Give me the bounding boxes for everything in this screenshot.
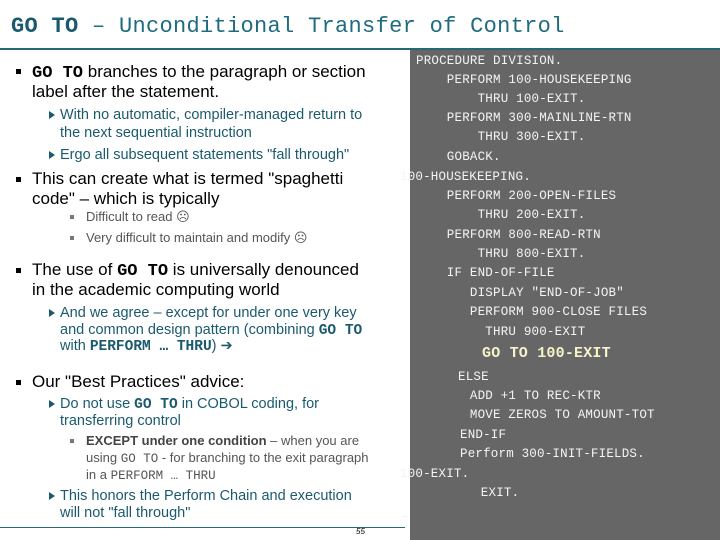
text: in a <box>86 467 111 482</box>
code-panel: PROCEDURE DIVISION. PERFORM 100-HOUSEKEE… <box>400 50 720 540</box>
keyword: GO TO <box>134 397 178 413</box>
code-line: THRU 900-EXIT <box>416 325 586 339</box>
sub-bullet-1b: Ergo all subsequent statements "fall thr… <box>60 147 350 163</box>
sub-bullet-4b-line-2: will not "fall through" <box>60 505 191 521</box>
keyword: GO TO <box>120 452 159 466</box>
code-line: END-IF <box>460 428 507 442</box>
code-line: THRU 800-EXIT. <box>416 247 586 261</box>
text: The use of <box>32 260 118 279</box>
keyword: GO TO <box>318 323 363 339</box>
code-line: THRU 200-EXIT. <box>416 208 586 222</box>
title-keyword: GO TO <box>11 14 79 39</box>
code-line: Perform 300-INIT-FIELDS. <box>460 447 645 461</box>
bullet-1-line-2: label after the statement. <box>32 82 220 101</box>
text: branches to the paragraph or section <box>83 62 366 81</box>
triangle-bullet-icon <box>49 492 55 500</box>
sub-bullet-2b: Very difficult to maintain and modify ☹ <box>86 230 308 245</box>
code-line: PERFORM 900-CLOSE FILES <box>416 305 648 319</box>
text: with <box>60 338 90 354</box>
bullet-3-line-2: in the academic computing world <box>32 280 280 299</box>
code-line: THRU 100-EXIT. <box>416 92 586 106</box>
triangle-bullet-icon <box>49 309 55 317</box>
text: is universally denounced <box>168 260 359 279</box>
keyword: GO TO <box>32 64 84 83</box>
text: and common design pattern (combining <box>60 322 319 338</box>
code-line: PERFORM 800-READ-RTN <box>416 228 601 242</box>
text: ) ➔ <box>211 338 233 354</box>
sub-bullet-2a: Difficult to read ☹ <box>86 209 190 224</box>
code-line: PERFORM 300-MAINLINE-RTN <box>416 111 632 125</box>
text: - for branching to the exit paragraph <box>158 450 369 465</box>
bullet-square-icon <box>70 439 74 443</box>
bullet-1-line-1: GO TO branches to the paragraph or secti… <box>32 62 366 84</box>
bullet-2-line-2: code" – which is typically <box>32 189 220 208</box>
sub-bullet-1a-line-2: the next sequential instruction <box>60 125 252 141</box>
text: – when you are <box>266 433 360 448</box>
bullet-square-icon <box>16 177 21 182</box>
keyword: PERFORM … THRU <box>89 339 212 355</box>
page-number: 55 <box>356 527 365 536</box>
keyword: PERFORM … THRU <box>110 469 216 483</box>
sub-bullet-1a-line-1: With no automatic, compiler-managed retu… <box>60 107 363 123</box>
code-line: MOVE ZEROS TO AMOUNT-TOT <box>416 408 655 422</box>
sub-bullet-3a-line-3: with PERFORM … THRU) ➔ <box>60 337 233 356</box>
code-line: 100-HOUSEKEEPING. <box>400 170 531 184</box>
sub-bullet-4b-line-1: This honors the Perform Chain and execut… <box>60 488 352 504</box>
sub-bullet-4a-line-2: transferring control <box>60 413 181 429</box>
triangle-bullet-icon <box>49 111 55 119</box>
code-line: PERFORM 100-HOUSEKEEPING <box>416 73 632 87</box>
code-line: 100-EXIT. <box>400 467 470 481</box>
code-line: THRU 300-EXIT. <box>416 130 586 144</box>
sub-sub-bullet-line-3: in a PERFORM … THRU <box>86 466 216 485</box>
triangle-bullet-icon <box>49 400 55 408</box>
code-line: GOBACK. <box>416 150 501 164</box>
bullet-square-icon <box>70 215 74 219</box>
bullet-square-icon <box>16 380 21 385</box>
code-line: PROCEDURE DIVISION. <box>416 54 563 68</box>
bullet-3-line-1: The use of GO TO is universally denounce… <box>32 260 359 282</box>
bullet-4: Our "Best Practices" advice: <box>32 372 245 391</box>
code-line: DISPLAY "END-OF-JOB" <box>416 286 624 300</box>
triangle-bullet-icon <box>49 151 55 159</box>
emphasis: EXCEPT under one condition <box>86 433 267 448</box>
bullet-square-icon <box>16 268 21 273</box>
bullet-square-icon <box>70 236 74 240</box>
bullet-2-line-1: This can create what is termed "spaghett… <box>32 169 344 188</box>
text: Do not use <box>60 396 135 412</box>
slide-title: GO TO – Unconditional Transfer of Contro… <box>11 14 565 39</box>
text: using <box>86 450 121 465</box>
code-line-highlighted: GO TO 100-EXIT <box>482 345 611 362</box>
keyword: GO TO <box>117 262 169 281</box>
code-line: PERFORM 200-OPEN-FILES <box>416 189 617 203</box>
title-rest: – Unconditional Transfer of Control <box>78 14 565 39</box>
code-line: ELSE <box>458 370 489 384</box>
text: in COBOL coding, for <box>177 396 319 412</box>
code-line: IF END-OF-FILE <box>416 266 555 280</box>
footer-divider <box>0 527 405 528</box>
code-line: EXIT. <box>450 486 520 500</box>
bullet-square-icon <box>16 69 21 74</box>
code-line: ADD +1 TO REC-KTR <box>416 389 601 403</box>
sub-bullet-3a-line-1: And we agree – except for under one very… <box>60 305 357 321</box>
code-line: … <box>402 510 408 520</box>
sub-sub-bullet-line-1: EXCEPT under one condition – when you ar… <box>86 432 359 449</box>
